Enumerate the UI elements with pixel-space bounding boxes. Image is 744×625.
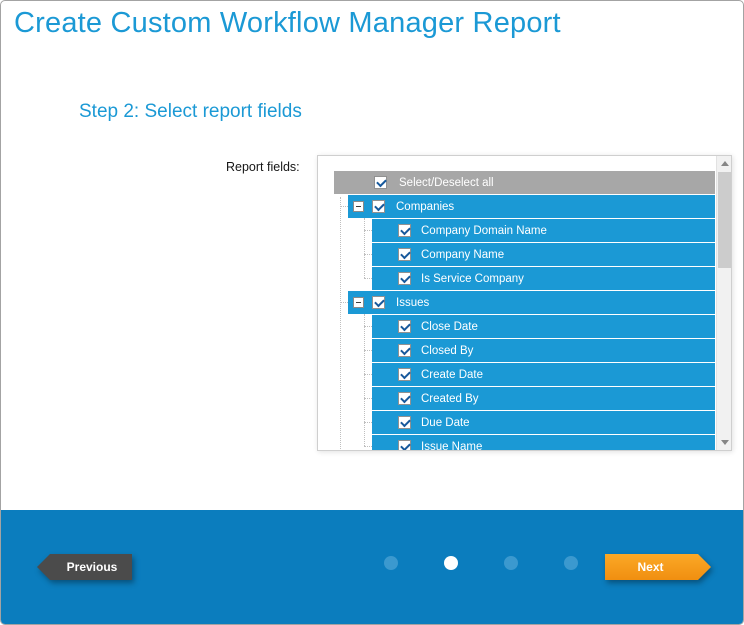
tree-row-label: Companies — [396, 201, 454, 213]
tree-group-row[interactable]: Companies — [348, 195, 715, 218]
tree-line — [340, 302, 348, 303]
arrow-down-icon — [721, 440, 729, 445]
select-all-checkbox[interactable] — [374, 176, 387, 189]
tree-line — [364, 278, 372, 279]
tree-line — [364, 218, 365, 278]
tree-row-label: Created By — [421, 393, 479, 405]
tree-row-label: Issues — [396, 297, 429, 309]
row-checkbox[interactable] — [398, 224, 411, 237]
tree-line — [364, 314, 365, 446]
step-heading: Step 2: Select report fields — [79, 101, 302, 123]
tree-line — [364, 398, 372, 399]
tree-scrollbar[interactable] — [716, 156, 731, 450]
minus-expander-icon[interactable] — [353, 297, 364, 308]
tree-child-row[interactable]: Company Domain Name — [372, 219, 715, 242]
row-checkbox[interactable] — [398, 392, 411, 405]
previous-button[interactable]: Previous — [37, 554, 132, 580]
step-dot-4[interactable] — [564, 556, 578, 570]
step-dot-1[interactable] — [384, 556, 398, 570]
scrollbar-thumb[interactable] — [718, 172, 731, 268]
next-label: Next — [637, 560, 663, 574]
tree-child-row[interactable]: Issue Name — [372, 435, 715, 451]
row-checkbox[interactable] — [398, 440, 411, 451]
scroll-up-button[interactable] — [717, 156, 732, 171]
minus-expander-icon[interactable] — [353, 201, 364, 212]
row-checkbox[interactable] — [398, 368, 411, 381]
tree-line — [364, 326, 372, 327]
report-fields-tree: Select/Deselect all Companies Company Do… — [317, 155, 732, 451]
tree-row-label: Company Name — [421, 249, 504, 261]
tree-line — [340, 206, 348, 207]
tree-group-row[interactable]: Issues — [348, 291, 715, 314]
tree-line — [364, 350, 372, 351]
tree-line — [364, 230, 372, 231]
tree-child-row[interactable]: Create Date — [372, 363, 715, 386]
row-checkbox[interactable] — [398, 272, 411, 285]
row-checkbox[interactable] — [398, 248, 411, 261]
tree-row-label: Close Date — [421, 321, 478, 333]
wizard-window: Create Custom Workflow Manager Report St… — [0, 0, 744, 625]
step-dot-2-active[interactable] — [444, 556, 458, 570]
tree-child-row[interactable]: Is Service Company — [372, 267, 715, 290]
arrow-up-icon — [721, 161, 729, 166]
tree-row-label: Issue Name — [421, 441, 482, 452]
tree-child-row[interactable]: Close Date — [372, 315, 715, 338]
row-checkbox[interactable] — [372, 200, 385, 213]
tree-child-row[interactable]: Company Name — [372, 243, 715, 266]
tree-row-label: Closed By — [421, 345, 473, 357]
row-checkbox[interactable] — [372, 296, 385, 309]
footer-bar: Previous Next — [1, 510, 743, 624]
tree-line — [340, 197, 341, 449]
tree-row-label: Company Domain Name — [421, 225, 547, 237]
tree-child-row[interactable]: Created By — [372, 387, 715, 410]
tree-line — [364, 254, 372, 255]
step-dot-3[interactable] — [504, 556, 518, 570]
next-button[interactable]: Next — [605, 554, 711, 580]
tree-row-label: Due Date — [421, 417, 470, 429]
row-checkbox[interactable] — [398, 416, 411, 429]
page-title: Create Custom Workflow Manager Report — [14, 7, 561, 40]
report-fields-label: Report fields: — [226, 160, 300, 174]
select-all-row[interactable]: Select/Deselect all — [334, 171, 715, 194]
tree-child-row[interactable]: Due Date — [372, 411, 715, 434]
tree-line — [364, 374, 372, 375]
row-checkbox[interactable] — [398, 344, 411, 357]
row-checkbox[interactable] — [398, 320, 411, 333]
tree-child-row[interactable]: Closed By — [372, 339, 715, 362]
tree-rows-container: Select/Deselect all Companies Company Do… — [318, 171, 716, 450]
tree-line — [364, 422, 372, 423]
tree-line — [364, 446, 372, 447]
select-all-label: Select/Deselect all — [399, 177, 494, 189]
step-indicator — [384, 556, 578, 570]
tree-row-label: Create Date — [421, 369, 483, 381]
tree-row-label: Is Service Company — [421, 273, 524, 285]
previous-label: Previous — [67, 560, 118, 574]
scroll-down-button[interactable] — [717, 435, 732, 450]
